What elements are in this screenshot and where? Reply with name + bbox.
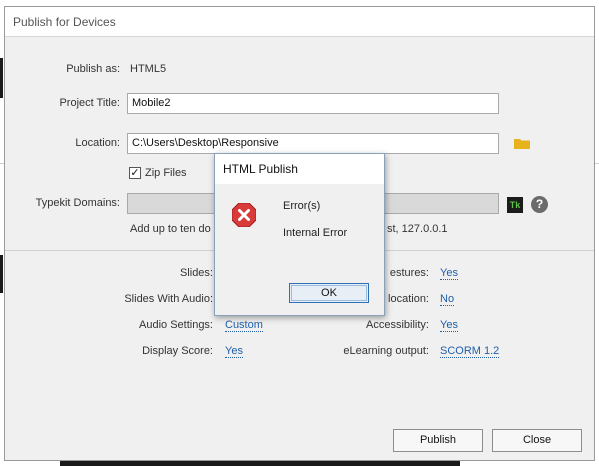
location-label: Location: (75, 137, 120, 149)
ok-button[interactable]: OK (289, 283, 369, 303)
display-score-label: Display Score: (142, 345, 213, 357)
typekit-domains-label: Typekit Domains: (35, 197, 120, 209)
publish-as-value: HTML5 (130, 63, 167, 75)
zip-files-checkbox[interactable]: ✓ (129, 167, 141, 179)
elearning-output-link[interactable]: SCORM 1.2 (440, 345, 500, 358)
modal-error-message: Internal Error (283, 227, 348, 239)
publish-as-label: Publish as: (66, 63, 120, 75)
error-icon (232, 203, 256, 227)
modal-error-heading: Error(s) (283, 200, 321, 212)
typekit-hint-left: Add up to ten do (130, 223, 211, 235)
audio-settings-link[interactable]: Custom (225, 319, 263, 332)
slides-with-audio-label: Slides With Audio: (124, 293, 213, 305)
gestures-link[interactable]: Yes (440, 267, 458, 280)
dialog-titlebar: Publish for Devices (5, 7, 594, 37)
audio-settings-label: Audio Settings: (139, 319, 213, 331)
accessibility-link[interactable]: Yes (440, 319, 458, 332)
close-button[interactable]: Close (492, 429, 582, 452)
project-title-label: Project Title: (59, 97, 120, 109)
dialog-title: Publish for Devices (13, 15, 116, 29)
background-line (595, 163, 599, 164)
accessibility-label: Accessibility: (366, 319, 429, 331)
background-fragment (0, 255, 3, 293)
publish-button[interactable]: Publish (393, 429, 483, 452)
html-publish-modal: HTML Publish Error(s) Internal Error OK (214, 153, 385, 316)
geolocation-link[interactable]: No (440, 293, 455, 306)
zip-files-label: Zip Files (145, 167, 187, 179)
project-title-input[interactable]: Mobile2 (127, 93, 499, 114)
typekit-hint-right: st, 127.0.0.1 (387, 223, 448, 235)
typekit-icon[interactable]: Tk (507, 197, 523, 213)
display-score-link[interactable]: Yes (225, 345, 243, 358)
folder-icon[interactable] (514, 138, 530, 149)
elearning-output-label: eLearning output: (343, 345, 429, 357)
help-icon[interactable]: ? (531, 196, 548, 213)
modal-titlebar: HTML Publish (215, 154, 384, 184)
background-fragment (0, 58, 3, 98)
modal-title: HTML Publish (223, 162, 298, 176)
slides-label: Slides: (179, 267, 213, 279)
location-input[interactable]: C:\Users\Desktop\Responsive (127, 133, 499, 154)
